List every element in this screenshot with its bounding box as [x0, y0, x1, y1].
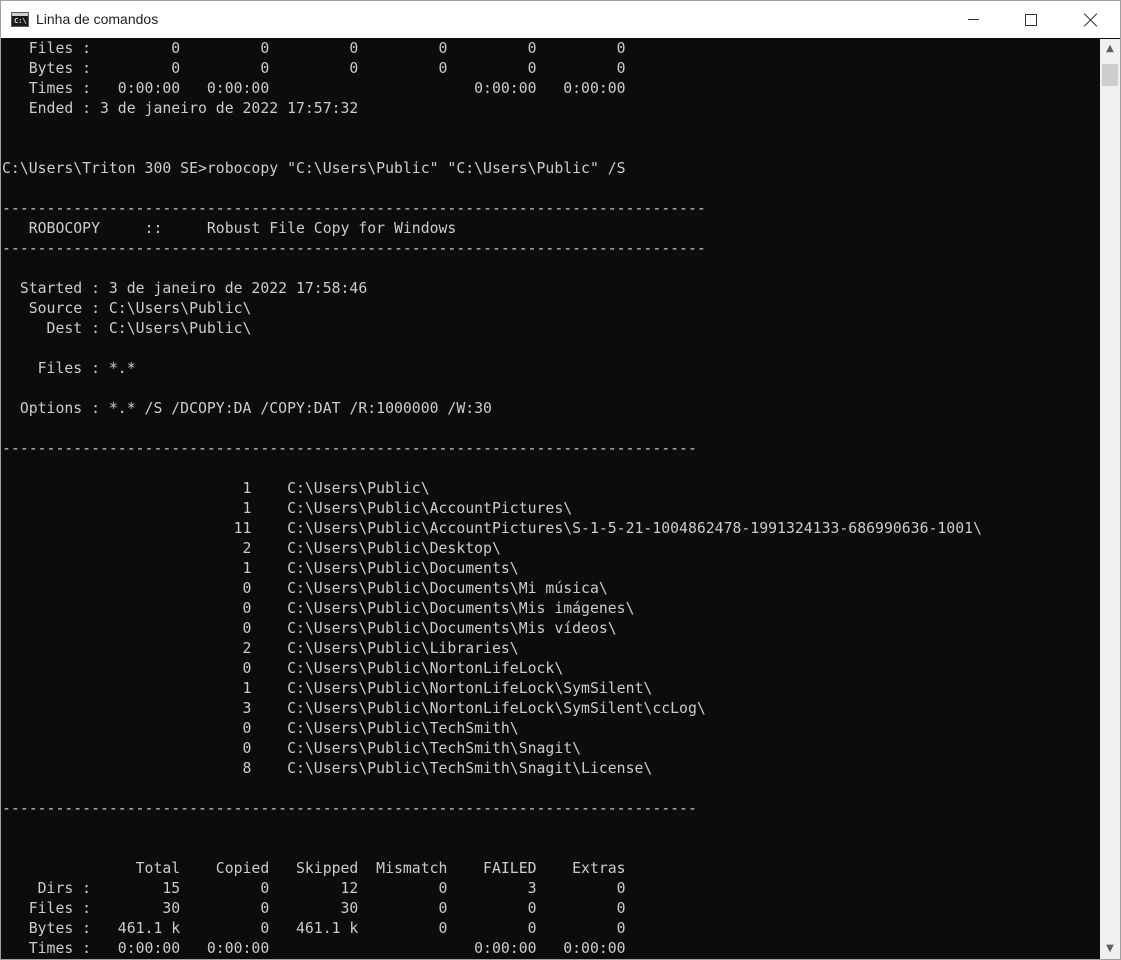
scroll-up-icon[interactable]: ▲	[1100, 39, 1120, 59]
console-line: C:\Users\Triton 300 SE>robocopy "C:\User…	[2, 160, 626, 177]
scrollbar-thumb[interactable]	[1102, 64, 1118, 86]
console-line: ----------------------------------------…	[2, 800, 697, 817]
console-line: 1 C:\Users\Public\	[2, 480, 430, 497]
console-line: 2 C:\Users\Public\Libraries\	[2, 640, 519, 657]
console-line: 8 C:\Users\Public\TechSmith\Snagit\Licen…	[2, 760, 653, 777]
vertical-scrollbar[interactable]: ▲ ▼	[1100, 39, 1120, 959]
cmd-app-icon[interactable]: C:\	[11, 12, 29, 27]
console-line: Options : *.* /S /DCOPY:DA /COPY:DAT /R:…	[2, 400, 492, 417]
console-output[interactable]: Files : 0 0 0 0 0 0 Bytes : 0 0 0 0 0 0 …	[2, 39, 1100, 959]
console-line: Files : 30 0 30 0 0 0	[2, 900, 626, 917]
console-line: Source : C:\Users\Public\	[2, 300, 252, 317]
console-line: 0 C:\Users\Public\NortonLifeLock\	[2, 660, 564, 677]
title-bar[interactable]: C:\ Linha de comandos	[1, 1, 1120, 38]
console-line: ----------------------------------------…	[2, 200, 706, 217]
minimize-icon	[967, 19, 979, 20]
console-line: 1 C:\Users\Public\NortonLifeLock\SymSile…	[2, 680, 653, 697]
console-line: Started : 3 de janeiro de 2022 17:58:46	[2, 280, 368, 297]
console-line: Dirs : 15 0 12 0 3 0	[2, 880, 626, 897]
console-line: Total Copied Skipped Mismatch FAILED Ext…	[2, 860, 626, 877]
console-line: 1 C:\Users\Public\AccountPictures\	[2, 500, 573, 517]
console-line: ----------------------------------------…	[2, 440, 697, 457]
console-line: 0 C:\Users\Public\Documents\Mi música\	[2, 580, 608, 597]
console-line: Ended : 3 de janeiro de 2022 17:57:32	[2, 100, 359, 117]
console-line: ROBOCOPY :: Robust File Copy for Windows	[2, 220, 457, 237]
console-line: 0 C:\Users\Public\TechSmith\Snagit\	[2, 740, 582, 757]
console-line: 2 C:\Users\Public\Desktop\	[2, 540, 501, 557]
console-line: 3 C:\Users\Public\NortonLifeLock\SymSile…	[2, 700, 706, 717]
close-icon	[1084, 13, 1098, 27]
console-window: C:\ Linha de comandos Files : 0 0 0 0 0 …	[0, 0, 1121, 960]
console-line: Bytes : 461.1 k 0 461.1 k 0 0 0	[2, 920, 626, 937]
cmd-app-icon-label: C:\	[14, 17, 27, 25]
close-button[interactable]	[1062, 1, 1120, 38]
scroll-down-icon[interactable]: ▼	[1100, 939, 1120, 959]
maximize-icon	[1025, 13, 1037, 26]
console-line: Times : 0:00:00 0:00:00 0:00:00 0:00:00	[2, 940, 626, 957]
console-line: 1 C:\Users\Public\Documents\	[2, 560, 519, 577]
console-line: 0 C:\Users\Public\Documents\Mis vídeos\	[2, 620, 617, 637]
maximize-button[interactable]	[1002, 1, 1060, 38]
console-line: Dest : C:\Users\Public\	[2, 320, 252, 337]
console-line: ----------------------------------------…	[2, 240, 706, 257]
minimize-button[interactable]	[944, 1, 1002, 38]
console-line: Files : *.*	[2, 360, 136, 377]
console-line: 0 C:\Users\Public\Documents\Mis imágenes…	[2, 600, 635, 617]
console-line: 11 C:\Users\Public\AccountPictures\S-1-5…	[2, 520, 982, 537]
console-line: Times : 0:00:00 0:00:00 0:00:00 0:00:00	[2, 80, 626, 97]
console-line: 0 C:\Users\Public\TechSmith\	[2, 720, 519, 737]
window-title: Linha de comandos	[36, 11, 159, 27]
console-line: Files : 0 0 0 0 0 0	[2, 40, 626, 57]
console-line: Bytes : 0 0 0 0 0 0	[2, 60, 626, 77]
